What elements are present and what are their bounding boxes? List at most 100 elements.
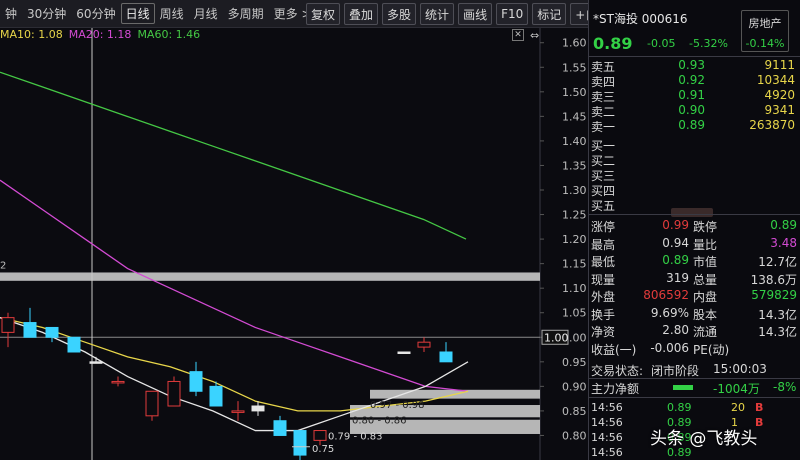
multi-stock-button[interactable]: 多股: [382, 3, 417, 25]
divider: [589, 397, 800, 398]
stat-label: 涨停: [591, 220, 616, 234]
main-flow-pct: -8%: [773, 380, 797, 394]
main-flow-label: 主力净额: [591, 382, 640, 396]
sector-badge[interactable]: 房地产 -0.14%: [741, 10, 789, 52]
stat-label: 量比: [693, 237, 718, 252]
stock-change: -0.05: [647, 37, 676, 50]
ask-row[interactable]: 卖二 0.90 9341: [589, 103, 800, 119]
ma60-value: MA60: 1.46: [137, 28, 201, 41]
stat-value: 14.3亿: [758, 307, 797, 322]
tick-row: 14:56 0.89 20 B: [589, 401, 800, 416]
ma60-line: [0, 71, 467, 240]
bid-label: 买五: [591, 199, 616, 213]
f10-button[interactable]: F10: [496, 3, 529, 25]
tab-monthly[interactable]: 月线: [189, 5, 223, 22]
orderbook-separator: [671, 208, 713, 217]
expand-icon[interactable]: ⇔: [530, 29, 539, 42]
ask-volume: 4920: [764, 88, 795, 102]
tick-time: 14:56: [591, 431, 623, 444]
draw-line-button[interactable]: 画线: [458, 3, 493, 25]
stat-value: 0.89: [662, 253, 689, 267]
candle-body: [23, 322, 37, 338]
chart-toolbar: 钟 30分钟 60分钟 日线 周线 月线 多周期 更多 > 复权 叠加 多股 统…: [0, 0, 653, 28]
candle-body: [111, 380, 125, 384]
stat-label: 总量: [693, 272, 718, 287]
candle-body: [293, 430, 307, 456]
candle-body: [189, 371, 203, 392]
stat-label: 外盘: [591, 290, 616, 304]
trade-status-time: 15:00:03: [713, 362, 767, 376]
tick-side: B: [755, 401, 764, 414]
ma20-value: MA20: 1.18: [68, 28, 132, 41]
ask-row[interactable]: 卖四 0.92 10344: [589, 73, 800, 89]
candle-body: [313, 430, 327, 441]
stats-row: 现量 319 总量 138.6万: [589, 271, 800, 287]
bid-row[interactable]: 买一: [589, 137, 800, 153]
y-tick-label: 1.40: [562, 135, 587, 148]
statistics-button[interactable]: 统计: [420, 3, 455, 25]
close-icon[interactable]: ✕: [512, 29, 524, 41]
stat-label: PE(动): [693, 342, 730, 357]
bid-row[interactable]: 买四: [589, 182, 800, 198]
stat-value: 9.69%: [650, 305, 689, 320]
ask-price: 0.91: [678, 88, 705, 102]
tab-multi-period[interactable]: 多周期: [223, 5, 269, 22]
watermark: 头条 @飞教头: [650, 429, 758, 449]
stat-value: 579829: [751, 288, 797, 302]
stat-value: 138.6万: [750, 272, 797, 287]
ask-price: 0.89: [678, 118, 705, 132]
ask-row[interactable]: 卖三 0.91 4920: [589, 88, 800, 104]
bid-row[interactable]: 买三: [589, 167, 800, 183]
mark-button[interactable]: 标记: [532, 3, 567, 25]
y-tick-label: 1.25: [562, 209, 587, 222]
overlay-button[interactable]: 叠加: [344, 3, 379, 25]
left-label: 2: [0, 261, 6, 272]
tab-30min[interactable]: 30分钟: [22, 5, 71, 22]
stock-change-pct: -5.32%: [689, 37, 728, 50]
main-flow-value: -1004万: [713, 382, 760, 396]
trade-status-value: 闭市阶段: [651, 364, 700, 378]
stats-row: 换手 9.69% 股本 14.3亿: [589, 306, 800, 322]
stat-label: 现量: [591, 272, 616, 287]
ma10-value: MA10: 1.08: [0, 28, 63, 41]
trade-status-label: 交易状态:: [591, 364, 644, 378]
candle-body: [417, 341, 431, 348]
tick-price: 0.89: [667, 401, 692, 414]
y-tick-label: 1.10: [562, 282, 587, 295]
stat-label: 市值: [693, 255, 718, 269]
ma-legend: MA10: 1.08 MA20: 1.18 MA60: 1.46: [0, 28, 200, 42]
divider: [589, 56, 800, 57]
tab-1min[interactable]: 钟: [0, 5, 22, 22]
stat-value: 0.99: [662, 218, 689, 232]
price-annotation: 0.79 - 0.83: [328, 431, 383, 442]
restore-rights-button[interactable]: 复权: [306, 3, 341, 25]
stock-price: 0.89: [593, 34, 633, 53]
stats-row: 最高 0.94 量比 3.48: [589, 236, 800, 252]
candlestick-chart[interactable]: 1.60 1.55 1.50 1.45 1.40 1.35 1.30 1.25 1.20 1.15…: [0, 28, 588, 460]
stat-label: 流通: [693, 325, 718, 339]
ask-price: 0.90: [678, 103, 705, 117]
tab-daily[interactable]: 日线: [120, 3, 155, 24]
price-annotation: 0.97 - 0.98: [370, 400, 425, 411]
candle-body: [231, 410, 245, 413]
stat-value: 0.89: [770, 218, 797, 232]
tab-60min[interactable]: 60分钟: [71, 5, 120, 22]
bid-row[interactable]: 买二: [589, 152, 800, 168]
sector-name: 房地产: [748, 17, 782, 30]
stats-row: 最低 0.89 市值 12.7亿: [589, 253, 800, 269]
divider: [589, 214, 800, 215]
tab-weekly[interactable]: 周线: [155, 5, 189, 22]
main-flow-row: 主力净额 -1004万 -8%: [589, 380, 800, 396]
candle-body: [209, 385, 223, 407]
candle-body: [439, 351, 453, 363]
stat-value: 806592: [643, 288, 689, 302]
ask-volume: 9341: [764, 103, 795, 117]
ask-price: 0.92: [678, 73, 705, 87]
tick-time: 14:56: [591, 416, 623, 429]
y-tick-label: 0.80: [562, 429, 587, 442]
stat-label: 收益(一): [591, 342, 637, 357]
ask-row[interactable]: 卖五 0.93 9111: [589, 58, 800, 74]
ask-row[interactable]: 卖一 0.89 263870: [589, 118, 800, 134]
stock-name: *ST海投 000616: [593, 12, 688, 26]
candle-body: [67, 336, 81, 353]
